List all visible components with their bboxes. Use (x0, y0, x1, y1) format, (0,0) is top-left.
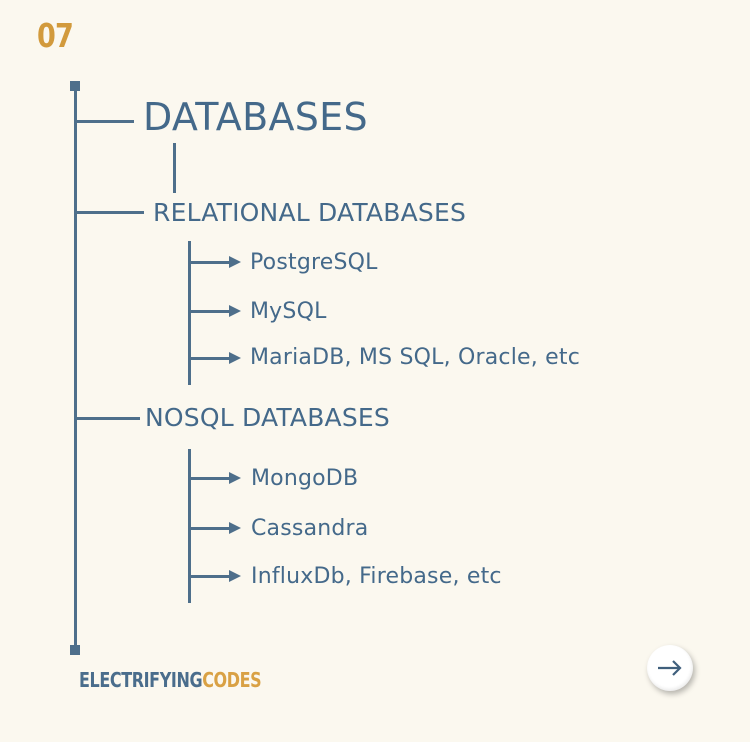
list-item-mysql: MySQL (250, 299, 327, 324)
next-button[interactable] (647, 645, 693, 691)
list-item-mariadb-etc: MariaDB, MS SQL, Oracle, etc (250, 345, 581, 370)
main-spine-line (74, 86, 77, 651)
list-item-influxdb-etc: InfluxDb, Firebase, etc (251, 564, 502, 589)
arrow-right-icon (229, 570, 241, 582)
page-number: 07 (37, 16, 74, 55)
arrow-right-icon (229, 472, 241, 484)
arrow-right-icon (229, 256, 241, 268)
list-item-mongodb: MongoDB (251, 466, 359, 491)
brand-logo-part2: CODES (202, 668, 262, 692)
item-connector-line (190, 527, 230, 530)
arrow-right-icon (229, 522, 241, 534)
section-heading-relational: RELATIONAL DATABASES (153, 198, 467, 227)
diagram-title: DATABASES (143, 95, 368, 139)
title-connector-line (76, 120, 134, 123)
nosql-branch-line (188, 449, 191, 603)
nosql-connector-line (76, 417, 140, 420)
item-connector-line (190, 310, 230, 313)
spine-bottom-cap (70, 645, 80, 655)
brand-logo-part1: ELECTRIFYING (79, 668, 203, 692)
list-item-postgresql: PostgreSQL (250, 250, 378, 275)
arrow-right-icon (658, 660, 682, 676)
arrow-right-icon (229, 352, 241, 364)
item-connector-line (190, 261, 230, 264)
section-heading-nosql: NOSQL DATABASES (145, 403, 390, 432)
brand-logo: ELECTRIFYINGCODES (79, 668, 262, 692)
item-connector-line (190, 357, 230, 360)
item-connector-line (190, 575, 230, 578)
item-connector-line (190, 477, 230, 480)
relational-connector-line (76, 211, 144, 214)
list-item-cassandra: Cassandra (251, 516, 369, 541)
arrow-right-icon (229, 305, 241, 317)
title-stem-line (173, 143, 176, 193)
